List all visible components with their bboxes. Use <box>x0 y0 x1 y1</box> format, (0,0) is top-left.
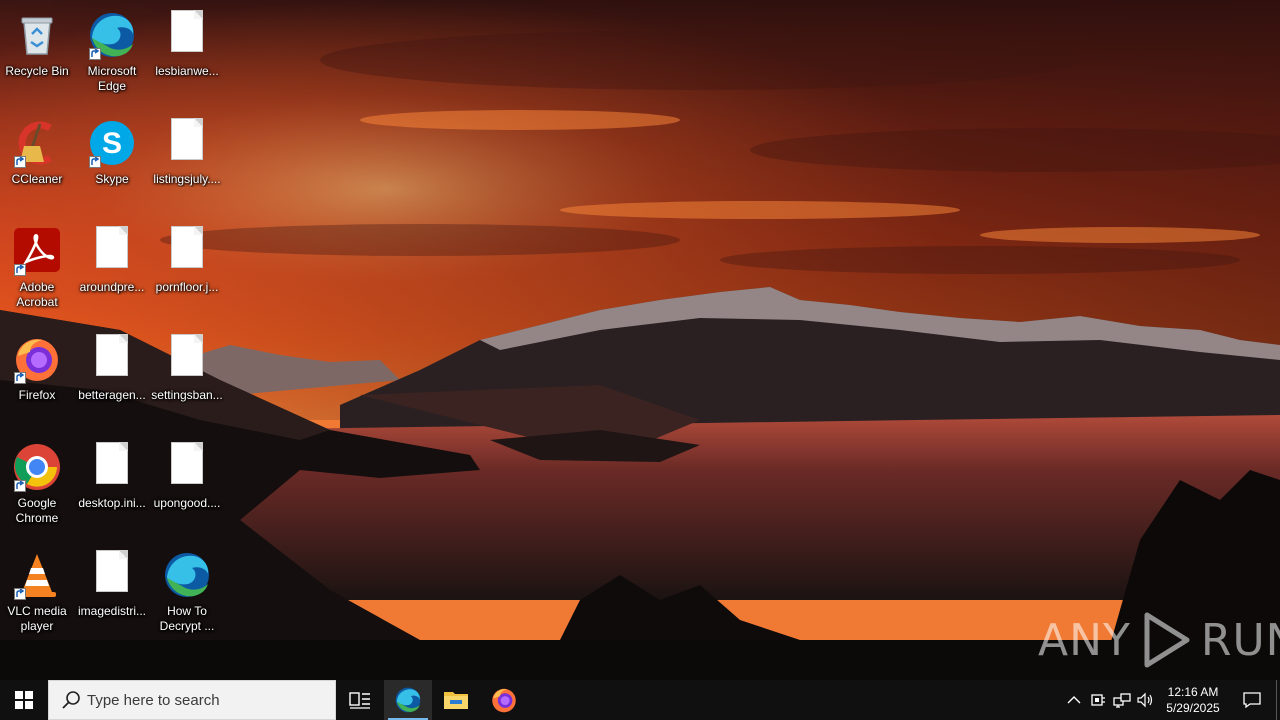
desktop-icon-label: desktop.ini... <box>78 496 146 510</box>
desktop-icon-label: listingsjuly.... <box>153 172 221 186</box>
shortcut-arrow-icon <box>14 156 26 168</box>
edge-icon <box>87 10 137 60</box>
desktop-icon-file[interactable]: listingsjuly.... <box>150 112 224 216</box>
clock-time: 12:16 AM <box>1167 685 1219 699</box>
action-center-button[interactable] <box>1228 680 1276 720</box>
desktop-icon-label: Microsoft Edge <box>87 64 137 93</box>
document-icon <box>87 226 137 276</box>
ccleaner-icon <box>12 118 62 168</box>
desktop-icon-vlc[interactable]: VLC media player <box>0 544 74 648</box>
taskbar-search-box[interactable] <box>48 680 336 720</box>
tray-overflow-button[interactable] <box>1062 680 1086 720</box>
shortcut-arrow-icon <box>14 588 26 600</box>
desktop-icon-label: betteragen... <box>78 388 146 402</box>
tray-volume-button[interactable] <box>1134 680 1158 720</box>
play-logo-icon <box>1144 612 1190 668</box>
system-tray: 12:16 AM 5/29/2025 <box>1062 680 1280 720</box>
taskbar-file-explorer-button[interactable] <box>432 680 480 720</box>
shortcut-arrow-icon <box>14 372 26 384</box>
shortcut-arrow-icon <box>14 264 26 276</box>
desktop-icon-label: Recycle Bin <box>5 64 69 78</box>
document-icon <box>162 334 212 384</box>
acrobat-icon <box>12 226 62 276</box>
task-view-icon <box>349 692 370 709</box>
desktop-icon-label: VLC media player <box>7 604 67 633</box>
desktop-icon-skype[interactable]: S Skype <box>75 112 149 216</box>
chevron-up-icon <box>1067 696 1081 704</box>
desktop-icon-label: imagedistri... <box>77 604 147 618</box>
desktop-icon-recycle-bin[interactable]: Recycle Bin <box>0 4 74 108</box>
document-icon <box>162 118 212 168</box>
speaker-icon <box>1137 692 1153 708</box>
desktop-icon-google-chrome[interactable]: Google Chrome <box>0 436 74 540</box>
desktop-icon-label: CCleaner <box>11 172 63 186</box>
start-button[interactable] <box>0 680 48 720</box>
tray-device-button[interactable] <box>1086 680 1110 720</box>
desktop-icon-firefox[interactable]: Firefox <box>0 328 74 432</box>
notification-icon <box>1243 692 1261 709</box>
desktop-icon-label: Firefox <box>18 388 56 402</box>
skype-icon: S <box>87 118 137 168</box>
desktop-icon-microsoft-edge[interactable]: Microsoft Edge <box>75 4 149 108</box>
shortcut-arrow-icon <box>89 156 101 168</box>
desktop-icon-label: Google Chrome <box>15 496 59 525</box>
vlc-icon <box>12 550 62 600</box>
recycle-bin-icon <box>12 10 62 60</box>
file-explorer-icon <box>444 692 468 709</box>
desktop-icon-how-to-decrypt[interactable]: How To Decrypt ... <box>150 544 224 648</box>
firefox-icon <box>492 688 516 713</box>
shortcut-arrow-icon <box>14 480 26 492</box>
desktop-icon-label: upongood.... <box>153 496 221 510</box>
edge-icon <box>395 687 421 713</box>
desktop-icon-area: Recycle Bin CCleaner Adobe Acrobat Firef… <box>0 0 1280 680</box>
desktop-icon-label: Adobe Acrobat <box>16 280 58 309</box>
desktop-icon-label: settingsban... <box>151 388 223 402</box>
tray-network-button[interactable] <box>1110 680 1134 720</box>
network-icon <box>1113 693 1131 708</box>
taskbar-task-view-button[interactable] <box>336 680 384 720</box>
search-input[interactable] <box>87 691 317 709</box>
desktop-icon-file[interactable]: betteragen... <box>75 328 149 432</box>
desktop-icon-label: lesbianwe... <box>155 64 219 78</box>
desktop-icon-label: How To Decrypt ... <box>159 604 215 633</box>
edge-html-icon <box>162 550 212 600</box>
desktop-icon-file[interactable]: desktop.ini... <box>75 436 149 540</box>
taskbar: 12:16 AM 5/29/2025 <box>0 680 1280 720</box>
show-desktop-button[interactable] <box>1276 680 1280 720</box>
shortcut-arrow-icon <box>89 48 101 60</box>
taskbar-clock[interactable]: 12:16 AM 5/29/2025 <box>1158 680 1228 720</box>
windows-logo-icon <box>15 691 33 709</box>
document-icon <box>162 10 212 60</box>
chrome-icon <box>12 442 62 492</box>
desktop-icon-ccleaner[interactable]: CCleaner <box>0 112 74 216</box>
document-icon <box>87 334 137 384</box>
desktop-icon-file[interactable]: imagedistri... <box>75 544 149 648</box>
svg-text:S: S <box>102 127 122 160</box>
document-icon <box>162 226 212 276</box>
taskbar-firefox-button[interactable] <box>480 680 528 720</box>
desktop-icon-file[interactable]: settingsban... <box>150 328 224 432</box>
desktop-icon-file[interactable]: upongood.... <box>150 436 224 540</box>
device-icon <box>1091 694 1105 706</box>
desktop-icon-file[interactable]: pornfloor.j... <box>150 220 224 324</box>
taskbar-edge-button[interactable] <box>384 680 432 720</box>
desktop-icon-file[interactable]: lesbianwe... <box>150 4 224 108</box>
clock-date: 5/29/2025 <box>1166 701 1220 715</box>
desktop-icon-label: aroundpre... <box>79 280 145 294</box>
document-icon <box>162 442 212 492</box>
desktop-icon-label: pornfloor.j... <box>155 280 219 294</box>
anyrun-watermark: ANY RUN <box>1038 608 1280 672</box>
desktop-icon-file[interactable]: aroundpre... <box>75 220 149 324</box>
watermark-text-right: RUN <box>1200 614 1280 666</box>
document-icon <box>87 550 137 600</box>
desktop-icon-label: Skype <box>95 172 129 186</box>
document-icon <box>87 442 137 492</box>
search-icon <box>62 691 80 709</box>
firefox-icon <box>12 334 62 384</box>
desktop-icon-adobe-acrobat[interactable]: Adobe Acrobat <box>0 220 74 324</box>
watermark-text-left: ANY <box>1038 614 1131 666</box>
